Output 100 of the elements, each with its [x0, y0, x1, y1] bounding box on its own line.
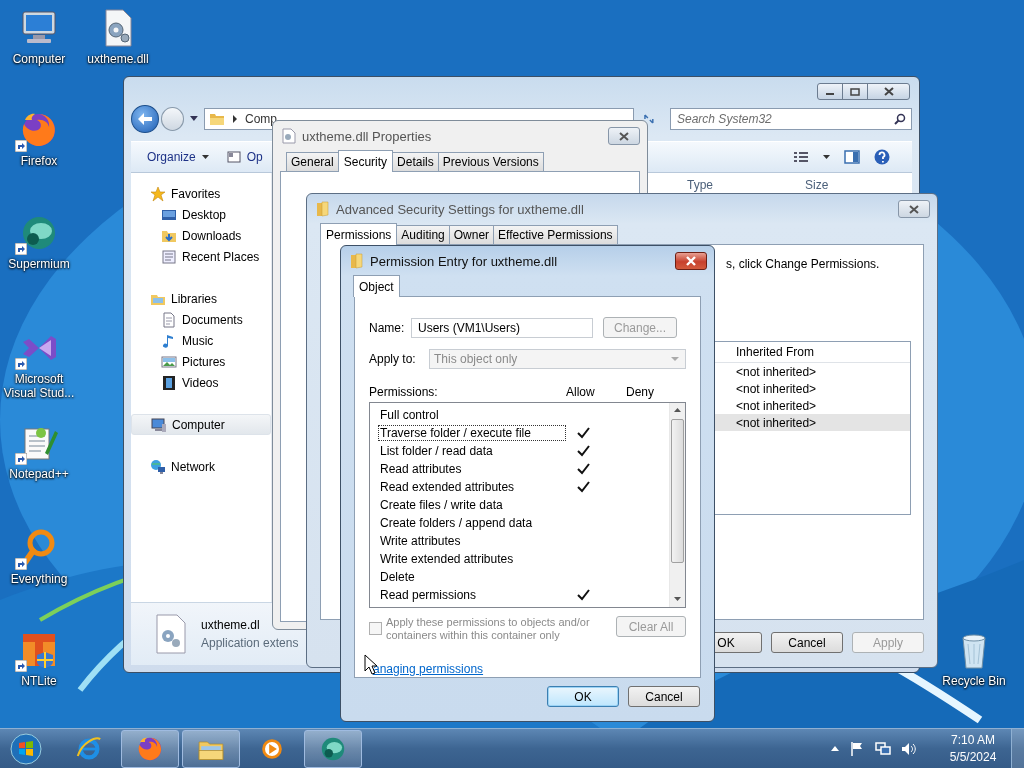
caret-icon[interactable]: [823, 154, 830, 160]
permission-name[interactable]: Create folders / append data: [378, 515, 566, 531]
permission-name[interactable]: Create files / write data: [378, 497, 566, 513]
permission-name[interactable]: Traverse folder / execute file: [378, 425, 566, 441]
check-icon[interactable]: [576, 445, 590, 457]
window-title: Permission Entry for uxtheme.dll: [370, 253, 558, 269]
refresh-icon[interactable]: [642, 112, 656, 126]
search-field[interactable]: Search System32: [670, 108, 912, 130]
taskbar-button[interactable]: [304, 729, 362, 768]
start-orb-icon: [10, 732, 42, 765]
desktop-shortcut[interactable]: NTLite: [0, 630, 79, 688]
column-header[interactable]: Size: [805, 178, 829, 192]
scrollbar[interactable]: [669, 403, 685, 607]
tab[interactable]: Security: [337, 150, 394, 172]
desktop-shortcut[interactable]: Firefox: [0, 110, 79, 168]
nav-item[interactable]: Documents: [131, 309, 271, 330]
name-field[interactable]: Users (VM1\Users): [411, 317, 593, 338]
maximize-button[interactable]: [842, 83, 868, 100]
help-icon[interactable]: [874, 149, 890, 165]
dialog-button[interactable]: Cancel: [771, 632, 843, 653]
close-button[interactable]: [898, 200, 930, 218]
restore-icon: [850, 87, 860, 96]
view-list-icon[interactable]: [793, 151, 809, 163]
close-icon: [685, 256, 697, 266]
search-icon: [894, 113, 906, 125]
file-icon: [282, 128, 296, 144]
close-button[interactable]: [675, 252, 707, 270]
permission-list[interactable]: [369, 402, 686, 608]
clock[interactable]: 7:10 AM 5/5/2024: [941, 731, 1005, 766]
close-icon: [883, 87, 894, 96]
tab[interactable]: Auditing: [396, 225, 450, 244]
organize-menu[interactable]: Organize: [141, 147, 215, 167]
window-title: Advanced Security Settings for uxtheme.dll: [336, 201, 584, 217]
permission-name[interactable]: Read extended attributes: [378, 479, 566, 495]
up-arrow-icon[interactable]: [674, 408, 681, 413]
toolbar-button[interactable]: Op: [220, 147, 269, 167]
permission-name[interactable]: Read attributes: [378, 461, 566, 477]
star-icon: [150, 185, 166, 202]
check-icon[interactable]: [576, 589, 590, 601]
nav-item[interactable]: Downloads: [131, 225, 271, 246]
picture-icon: [161, 353, 177, 370]
desktop-shortcut[interactable]: Computer: [0, 8, 79, 66]
close-button[interactable]: [867, 83, 910, 100]
nav-item[interactable]: Videos: [131, 372, 271, 393]
instruction-text: s, click Change Permissions.: [726, 257, 880, 271]
minimize-button[interactable]: [817, 83, 843, 100]
help-link[interactable]: anaging permissions: [373, 662, 484, 676]
permission-name[interactable]: Write extended attributes: [378, 551, 566, 567]
close-icon: [619, 131, 629, 141]
check-icon[interactable]: [576, 427, 590, 439]
tab[interactable]: Object: [353, 275, 400, 297]
permission-name[interactable]: Write attributes: [378, 533, 566, 549]
tab[interactable]: Previous Versions: [437, 152, 544, 171]
left-arrow-icon: [136, 112, 153, 126]
file-name: uxtheme.dl: [201, 618, 261, 632]
taskbar-button[interactable]: [182, 729, 240, 768]
tab[interactable]: Effective Permissions: [493, 225, 618, 244]
permission-name[interactable]: List folder / read data: [378, 443, 566, 459]
desktop-shortcut[interactable]: Notepad++: [0, 423, 79, 481]
nav-item[interactable]: Music: [131, 330, 271, 351]
preview-pane-icon[interactable]: [844, 150, 860, 164]
flag-icon[interactable]: [849, 740, 865, 757]
folder-icon: [316, 201, 330, 217]
close-button[interactable]: [608, 127, 640, 145]
recent-icon: [161, 248, 177, 265]
down-arrow-icon[interactable]: [674, 597, 681, 602]
nav-item[interactable]: Favorites: [131, 183, 271, 204]
column-header[interactable]: Inherited From: [736, 345, 815, 359]
close-icon: [909, 204, 919, 214]
column-header[interactable]: Type: [687, 178, 713, 192]
desktop-shortcut[interactable]: Supermium: [0, 213, 79, 271]
check-icon[interactable]: [576, 481, 590, 493]
dialog-button[interactable]: OK: [547, 686, 619, 707]
nav-item[interactable]: Computer: [131, 414, 271, 435]
nav-item[interactable]: Libraries: [131, 288, 271, 309]
tab[interactable]: Owner: [448, 225, 495, 244]
document-icon: [161, 311, 177, 328]
tab[interactable]: Details: [392, 152, 439, 171]
permission-name[interactable]: Read permissions: [378, 587, 566, 603]
nav-item[interactable]: Pictures: [131, 351, 271, 372]
tab[interactable]: Permissions: [320, 223, 398, 245]
back-button[interactable]: [131, 105, 159, 133]
desktop-shortcut[interactable]: Microsoft Visual Stud...: [0, 328, 79, 400]
window-title: uxtheme.dll Properties: [302, 128, 432, 144]
caret-icon: [671, 356, 679, 362]
nav-item[interactable]: Network: [131, 456, 271, 477]
show-hidden-icons-icon[interactable]: [831, 745, 839, 752]
permission-name[interactable]: Full control: [378, 407, 566, 423]
desktop-shortcut[interactable]: uxtheme.dll: [78, 8, 158, 66]
field-label: Apply to:: [369, 352, 417, 366]
taskbar-button[interactable]: [121, 729, 179, 768]
nav-item[interactable]: Desktop: [131, 204, 271, 225]
dialog-button[interactable]: Cancel: [628, 686, 700, 707]
field-label: Name:: [369, 320, 403, 335]
permission-name[interactable]: Delete: [378, 569, 566, 585]
network-icon[interactable]: [875, 740, 891, 757]
desktop-shortcut[interactable]: Everything: [0, 528, 79, 586]
check-icon[interactable]: [576, 463, 590, 475]
tab[interactable]: General: [286, 152, 339, 171]
nav-item[interactable]: Recent Places: [131, 246, 271, 267]
